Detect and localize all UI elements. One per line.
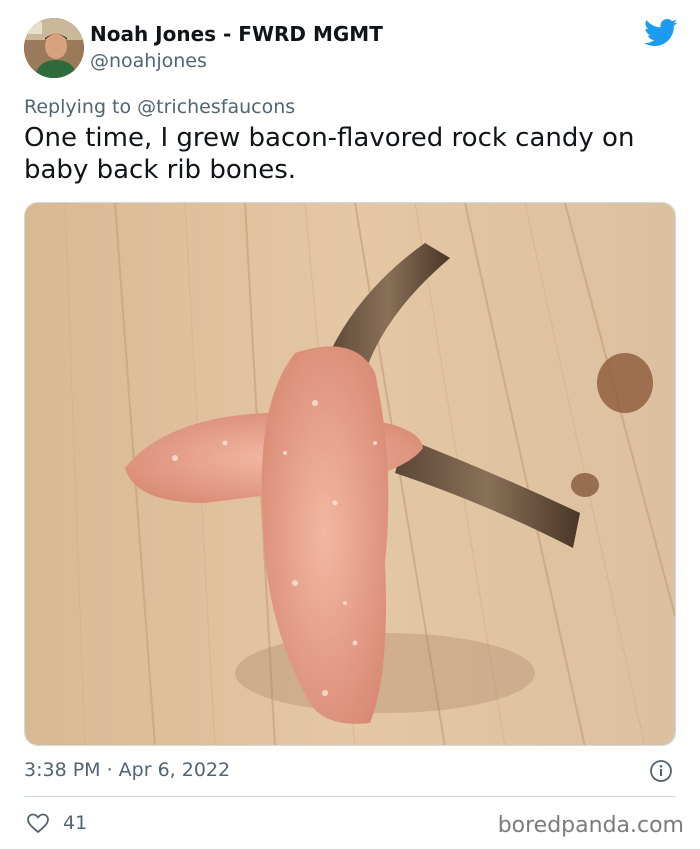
heart-icon[interactable] [26, 811, 50, 835]
avatar[interactable] [24, 18, 84, 78]
twitter-bird-icon[interactable] [644, 18, 678, 48]
divider [24, 796, 676, 797]
source-watermark: boredpanda.com [497, 813, 684, 838]
tweet-photo[interactable] [24, 202, 676, 746]
tweet-timestamp[interactable]: 3:38 PM · Apr 6, 2022 [24, 759, 230, 781]
like-count: 41 [63, 812, 88, 834]
reply-prefix: Replying to [24, 96, 138, 118]
reply-mention-link[interactable]: @trichesfaucons [137, 96, 295, 118]
reply-context: Replying to @trichesfaucons [24, 96, 295, 118]
author-handle[interactable]: @noahjones [90, 50, 207, 72]
tweet-text: One time, I grew bacon-flavored rock can… [24, 123, 635, 185]
author-display-name[interactable]: Noah Jones - FWRD MGMT [90, 22, 383, 46]
rock-candy-photo-illustration [25, 203, 675, 745]
info-icon[interactable] [649, 759, 673, 783]
tweet-card: Noah Jones - FWRD MGMT @noahjones Replyi… [0, 0, 700, 849]
